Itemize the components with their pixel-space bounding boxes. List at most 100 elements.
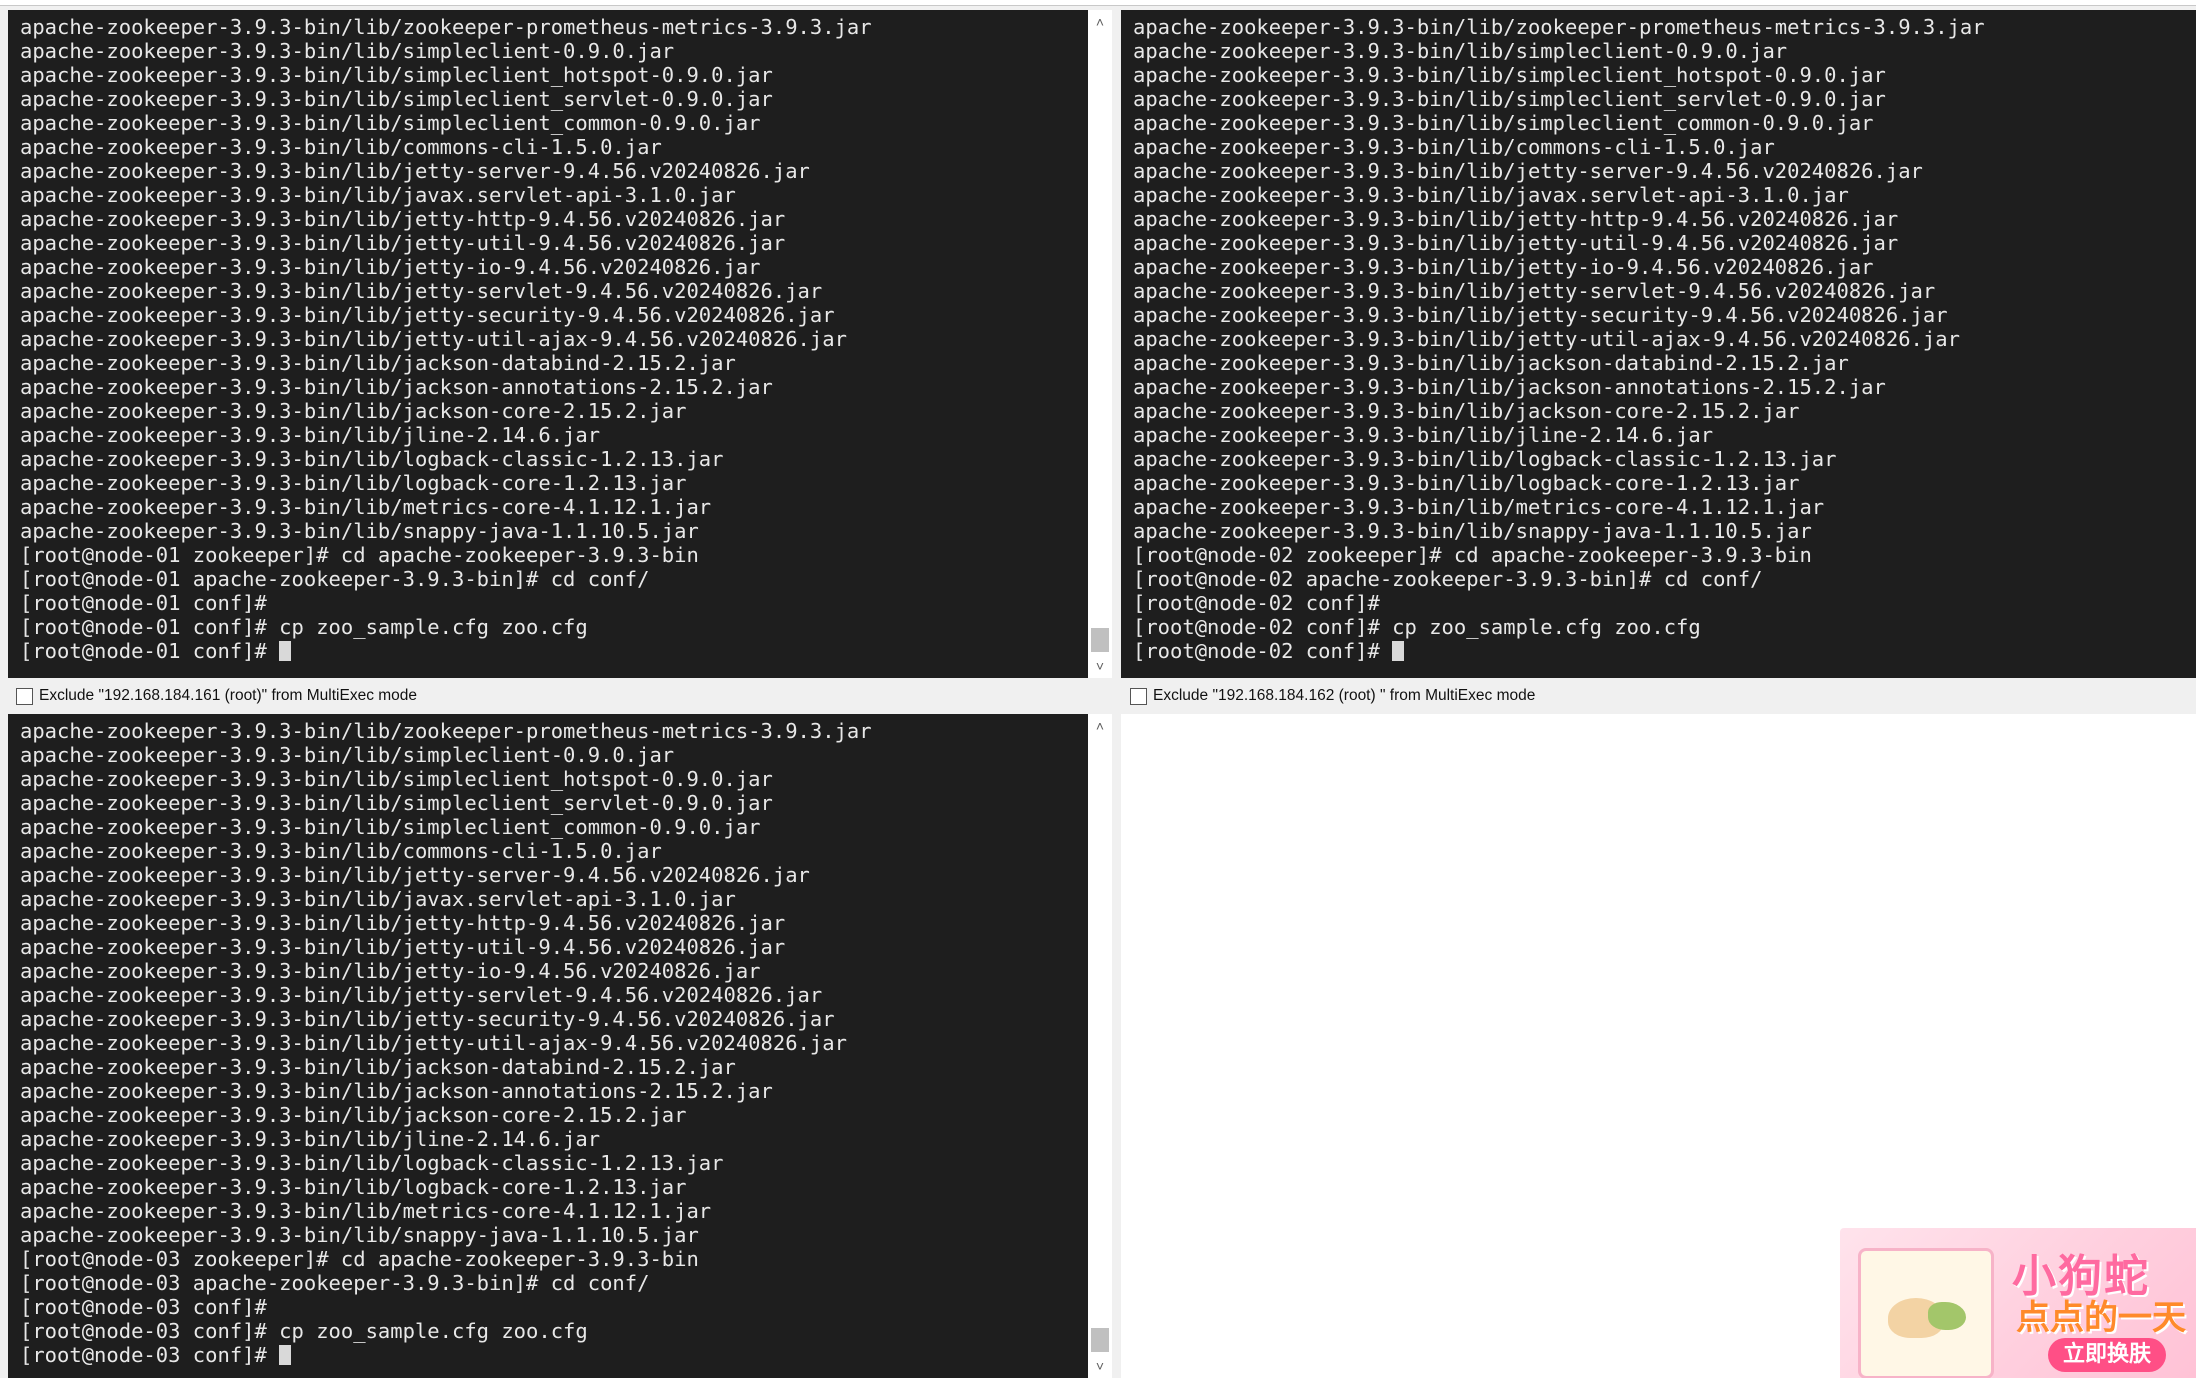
terminal-line-text: apache-zookeeper-3.9.3-bin/lib/jetty-sec…	[20, 1007, 835, 1031]
apply-skin-button[interactable]: 立即换肤	[2048, 1338, 2166, 1372]
scrollbar-3[interactable]: ˄ ˅	[1088, 714, 1112, 1378]
terminal-line-text: apache-zookeeper-3.9.3-bin/lib/logback-c…	[1133, 471, 1800, 495]
chevron-down-icon[interactable]: ˅	[1088, 1354, 1112, 1378]
terminal-line: apache-zookeeper-3.9.3-bin/lib/jetty-ser…	[1133, 159, 2196, 183]
terminal-line: apache-zookeeper-3.9.3-bin/lib/javax.ser…	[20, 887, 1088, 911]
terminal-line-text: [root@node-01 zookeeper]# cd apache-zook…	[20, 543, 699, 567]
terminal-line-text: apache-zookeeper-3.9.3-bin/lib/jetty-ser…	[20, 863, 810, 887]
terminal-output-1[interactable]: apache-zookeeper-3.9.3-bin/lib/zookeeper…	[8, 10, 1088, 678]
terminal-line-text: apache-zookeeper-3.9.3-bin/lib/commons-c…	[20, 135, 662, 159]
terminal-line: apache-zookeeper-3.9.3-bin/lib/jackson-a…	[1133, 375, 2196, 399]
terminal-line-text: apache-zookeeper-3.9.3-bin/lib/jetty-htt…	[20, 911, 786, 935]
terminal-line: apache-zookeeper-3.9.3-bin/lib/jetty-io-…	[1133, 255, 2196, 279]
terminal-line-text: apache-zookeeper-3.9.3-bin/lib/simplecli…	[20, 743, 675, 767]
terminal-line-text: [root@node-01 conf]#	[20, 591, 267, 615]
terminal-line-text: [root@node-03 conf]# cp zoo_sample.cfg z…	[20, 1319, 588, 1343]
terminal-line-text: apache-zookeeper-3.9.3-bin/lib/javax.ser…	[20, 887, 736, 911]
terminal-line-text: apache-zookeeper-3.9.3-bin/lib/zookeeper…	[20, 719, 872, 743]
window-top-border	[0, 0, 2196, 6]
terminal-line-text: apache-zookeeper-3.9.3-bin/lib/jline-2.1…	[1133, 423, 1714, 447]
terminal-line: apache-zookeeper-3.9.3-bin/lib/javax.ser…	[20, 183, 1088, 207]
terminal-line: apache-zookeeper-3.9.3-bin/lib/simplecli…	[1133, 111, 2196, 135]
terminal-line: apache-zookeeper-3.9.3-bin/lib/simplecli…	[20, 87, 1088, 111]
scrollbar-thumb-3[interactable]	[1091, 1328, 1109, 1352]
chevron-up-icon[interactable]: ˄	[1088, 714, 1112, 738]
terminal-line-text: [root@node-02 apache-zookeeper-3.9.3-bin…	[1133, 567, 1763, 591]
terminal-line-text: apache-zookeeper-3.9.3-bin/lib/commons-c…	[20, 839, 662, 863]
exclude-label: Exclude "192.168.184.161 (root)" from Mu…	[39, 687, 418, 704]
terminal-line: apache-zookeeper-3.9.3-bin/lib/simplecli…	[20, 767, 1088, 791]
scrollbar-1[interactable]: ˄ ˅	[1088, 10, 1112, 678]
terminal-line: apache-zookeeper-3.9.3-bin/lib/jetty-sec…	[1133, 303, 2196, 327]
terminal-line-text: apache-zookeeper-3.9.3-bin/lib/simplecli…	[1133, 111, 1874, 135]
terminal-line-text: apache-zookeeper-3.9.3-bin/lib/jackson-d…	[20, 1055, 736, 1079]
terminal-line-text: apache-zookeeper-3.9.3-bin/lib/simplecli…	[20, 791, 773, 815]
scrollbar-thumb-1[interactable]	[1091, 628, 1109, 652]
terminal-line: [root@node-02 conf]# cp zoo_sample.cfg z…	[1133, 615, 2196, 639]
terminal-line-text: apache-zookeeper-3.9.3-bin/lib/jetty-ser…	[1133, 159, 1923, 183]
terminal-line-text: apache-zookeeper-3.9.3-bin/lib/jetty-uti…	[20, 1031, 847, 1055]
terminal-line: apache-zookeeper-3.9.3-bin/lib/zookeeper…	[20, 15, 1088, 39]
terminal-cursor	[279, 1345, 292, 1365]
terminal-line-text: apache-zookeeper-3.9.3-bin/lib/jetty-sec…	[20, 303, 835, 327]
terminal-line-text: apache-zookeeper-3.9.3-bin/lib/jackson-c…	[20, 1103, 687, 1127]
terminal-line: apache-zookeeper-3.9.3-bin/lib/commons-c…	[20, 135, 1088, 159]
terminal-output-3[interactable]: apache-zookeeper-3.9.3-bin/lib/zookeeper…	[8, 714, 1088, 1378]
terminal-line-text: apache-zookeeper-3.9.3-bin/lib/simplecli…	[20, 767, 773, 791]
terminal-line: apache-zookeeper-3.9.3-bin/lib/jackson-c…	[20, 1103, 1088, 1127]
terminal-line: apache-zookeeper-3.9.3-bin/lib/commons-c…	[1133, 135, 2196, 159]
terminal-line-text: apache-zookeeper-3.9.3-bin/lib/logback-c…	[1133, 447, 1837, 471]
terminal-line: apache-zookeeper-3.9.3-bin/lib/jetty-uti…	[20, 935, 1088, 959]
checkbox-box[interactable]	[1130, 687, 1147, 705]
checkbox-box[interactable]	[16, 687, 33, 705]
terminal-line-text: apache-zookeeper-3.9.3-bin/lib/jetty-ser…	[20, 983, 823, 1007]
terminal-line: [root@node-03 apache-zookeeper-3.9.3-bin…	[20, 1271, 1088, 1295]
terminal-line-text: apache-zookeeper-3.9.3-bin/lib/metrics-c…	[20, 1199, 712, 1223]
terminal-line: apache-zookeeper-3.9.3-bin/lib/jackson-d…	[20, 351, 1088, 375]
terminal-line-text: [root@node-01 conf]#	[20, 639, 280, 663]
terminal-line-text: apache-zookeeper-3.9.3-bin/lib/jetty-ser…	[20, 159, 810, 183]
terminal-line: [root@node-01 conf]# cp zoo_sample.cfg z…	[20, 615, 1088, 639]
terminal-line-text: [root@node-02 conf]#	[1133, 591, 1380, 615]
terminal-line-text: apache-zookeeper-3.9.3-bin/lib/jackson-a…	[20, 375, 773, 399]
terminal-line-text: apache-zookeeper-3.9.3-bin/lib/jetty-sec…	[1133, 303, 1948, 327]
terminal-line: [root@node-03 conf]# cp zoo_sample.cfg z…	[20, 1319, 1088, 1343]
terminal-line: apache-zookeeper-3.9.3-bin/lib/simplecli…	[20, 111, 1088, 135]
terminal-line: apache-zookeeper-3.9.3-bin/lib/jackson-d…	[1133, 351, 2196, 375]
terminal-line: apache-zookeeper-3.9.3-bin/lib/simplecli…	[1133, 87, 2196, 111]
exclude-multiexec-checkbox-1[interactable]: Exclude "192.168.184.161 (root)" from Mu…	[16, 681, 417, 711]
terminal-line: [root@node-01 zookeeper]# cd apache-zook…	[20, 543, 1088, 567]
terminal-line: apache-zookeeper-3.9.3-bin/lib/logback-c…	[20, 471, 1088, 495]
terminal-line: apache-zookeeper-3.9.3-bin/lib/jetty-ser…	[1133, 279, 2196, 303]
terminal-line-text: apache-zookeeper-3.9.3-bin/lib/zookeeper…	[20, 15, 872, 39]
terminal-line-text: apache-zookeeper-3.9.3-bin/lib/jetty-htt…	[1133, 207, 1899, 231]
terminal-line: apache-zookeeper-3.9.3-bin/lib/jetty-uti…	[1133, 327, 2196, 351]
terminal-line-text: [root@node-03 apache-zookeeper-3.9.3-bin…	[20, 1271, 650, 1295]
terminal-line-text: apache-zookeeper-3.9.3-bin/lib/jackson-a…	[20, 1079, 773, 1103]
terminal-line-text: apache-zookeeper-3.9.3-bin/lib/simplecli…	[20, 111, 761, 135]
exclude-multiexec-checkbox-2[interactable]: Exclude "192.168.184.162 (root) " from M…	[1130, 681, 1535, 711]
terminal-line: apache-zookeeper-3.9.3-bin/lib/jackson-a…	[20, 1079, 1088, 1103]
terminal-line-text: apache-zookeeper-3.9.3-bin/lib/jetty-ser…	[1133, 279, 1936, 303]
terminal-line: apache-zookeeper-3.9.3-bin/lib/logback-c…	[20, 1151, 1088, 1175]
terminal-line-text: apache-zookeeper-3.9.3-bin/lib/javax.ser…	[20, 183, 736, 207]
terminal-line-text: apache-zookeeper-3.9.3-bin/lib/jetty-htt…	[20, 207, 786, 231]
terminal-line-text: apache-zookeeper-3.9.3-bin/lib/simplecli…	[1133, 39, 1788, 63]
snake-illustration-icon	[1928, 1302, 1966, 1330]
terminal-line-text: [root@node-02 conf]#	[1133, 639, 1393, 663]
terminal-output-2[interactable]: apache-zookeeper-3.9.3-bin/lib/zookeeper…	[1121, 10, 2196, 678]
terminal-line-text: [root@node-03 zookeeper]# cd apache-zook…	[20, 1247, 699, 1271]
chevron-down-icon[interactable]: ˅	[1088, 654, 1112, 678]
terminal-line: apache-zookeeper-3.9.3-bin/lib/jetty-uti…	[20, 327, 1088, 351]
terminal-line: apache-zookeeper-3.9.3-bin/lib/jetty-ser…	[20, 983, 1088, 1007]
terminal-line: apache-zookeeper-3.9.3-bin/lib/logback-c…	[1133, 471, 2196, 495]
terminal-line-text: apache-zookeeper-3.9.3-bin/lib/jetty-io-…	[20, 959, 761, 983]
terminal-line-text: apache-zookeeper-3.9.3-bin/lib/snappy-ja…	[20, 1223, 699, 1247]
terminal-line: apache-zookeeper-3.9.3-bin/lib/jetty-htt…	[1133, 207, 2196, 231]
terminal-line: apache-zookeeper-3.9.3-bin/lib/javax.ser…	[1133, 183, 2196, 207]
skin-promo-banner[interactable]: 小狗蛇 点点的一天 立即换肤	[1840, 1228, 2196, 1378]
terminal-line: [root@node-03 conf]#	[20, 1295, 1088, 1319]
terminal-line: apache-zookeeper-3.9.3-bin/lib/simplecli…	[1133, 39, 2196, 63]
terminal-line: [root@node-03 zookeeper]# cd apache-zook…	[20, 1247, 1088, 1271]
chevron-up-icon[interactable]: ˄	[1088, 10, 1112, 34]
